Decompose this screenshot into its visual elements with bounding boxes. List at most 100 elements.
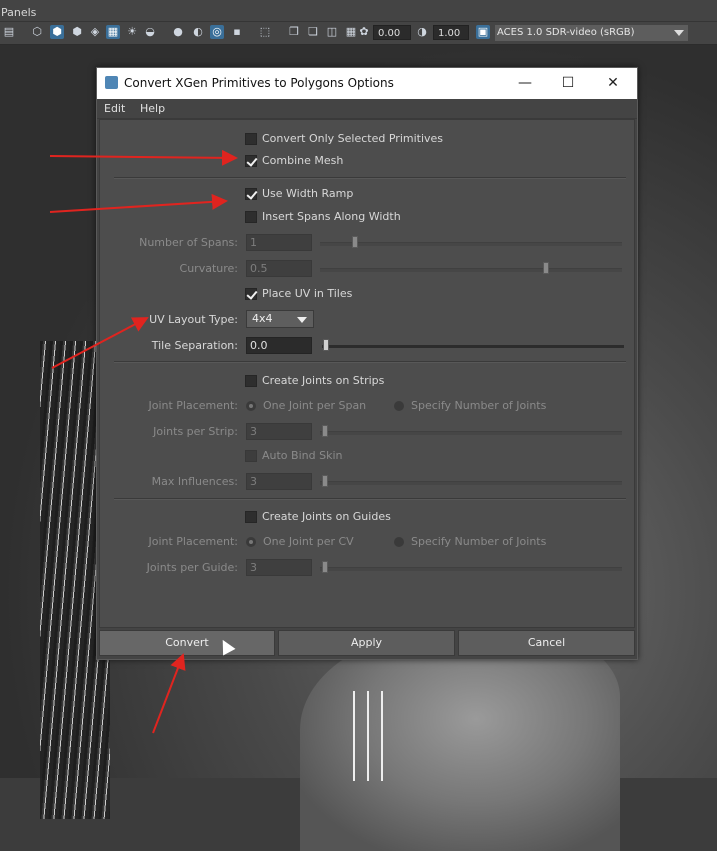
xray-icon[interactable]: ▦ bbox=[106, 25, 120, 39]
number-of-spans-field[interactable]: 1 bbox=[246, 234, 312, 251]
dialog-menubar: Edit Help bbox=[97, 99, 637, 119]
menu-help[interactable]: Help bbox=[140, 102, 165, 115]
textured-icon[interactable]: ◈ bbox=[88, 25, 102, 39]
exposure-field[interactable]: 0.00 bbox=[373, 25, 411, 40]
gamma-field[interactable]: 1.00 bbox=[433, 25, 469, 40]
create-joints-on-guides-label: Create Joints on Guides bbox=[262, 510, 391, 523]
resolution-gate-icon[interactable]: ◫ bbox=[325, 25, 339, 39]
one-joint-per-cv-radio[interactable] bbox=[246, 537, 256, 547]
exposure-icon[interactable]: ✿ bbox=[357, 25, 371, 39]
xray-joints-icon[interactable]: ❐ bbox=[287, 25, 301, 39]
joints-per-strip-label: Joints per Strip: bbox=[153, 425, 238, 438]
auto-bind-skin-checkbox[interactable] bbox=[245, 450, 257, 462]
number-of-spans-slider[interactable] bbox=[320, 242, 622, 246]
minimize-button[interactable]: — bbox=[510, 72, 540, 94]
chevron-down-icon bbox=[297, 317, 307, 323]
tile-separation-field[interactable]: 0.0 bbox=[246, 337, 312, 354]
grid-icon[interactable]: ▦ bbox=[344, 25, 358, 39]
view-transform-value: ACES 1.0 SDR-video (sRGB) bbox=[497, 27, 635, 38]
combine-mesh-checkbox[interactable] bbox=[245, 155, 257, 167]
max-influences-slider-handle[interactable] bbox=[322, 475, 328, 487]
hair-strands bbox=[345, 691, 385, 781]
viewport-toolbar: ▤ ⬡ ⬢ ⬢ ◈ ▦ ☀ ◒ ● ◐ ◎ ▪ ⬚ ❐ ❏ ◫ ▦ ✿ 0.00… bbox=[0, 21, 717, 45]
joints-per-guide-label: Joints per Guide: bbox=[146, 561, 238, 574]
place-uv-in-tiles-label: Place UV in Tiles bbox=[262, 287, 353, 300]
cancel-button[interactable]: Cancel bbox=[458, 630, 635, 656]
place-uv-in-tiles-checkbox[interactable] bbox=[245, 288, 257, 300]
convert-only-selected-checkbox[interactable] bbox=[245, 133, 257, 145]
panel-menu-bar: Panels bbox=[0, 0, 717, 21]
tile-separation-slider[interactable] bbox=[322, 345, 624, 348]
section-divider bbox=[114, 361, 626, 363]
auto-bind-skin-label: Auto Bind Skin bbox=[262, 449, 343, 462]
ambient-occlusion-icon[interactable]: ● bbox=[171, 25, 185, 39]
close-button[interactable]: ✕ bbox=[598, 72, 628, 94]
menu-edit[interactable]: Edit bbox=[104, 102, 125, 115]
specify-joints-strips-label: Specify Number of Joints bbox=[411, 399, 547, 412]
create-joints-on-guides-checkbox[interactable] bbox=[245, 511, 257, 523]
wireframe-icon[interactable]: ⬡ bbox=[30, 25, 44, 39]
insert-spans-checkbox[interactable] bbox=[245, 211, 257, 223]
number-of-spans-label: Number of Spans: bbox=[139, 236, 238, 249]
color-management-icon[interactable]: ▣ bbox=[476, 25, 490, 39]
use-width-ramp-checkbox[interactable] bbox=[245, 188, 257, 200]
curvature-slider[interactable] bbox=[320, 268, 622, 272]
create-joints-on-strips-label: Create Joints on Strips bbox=[262, 374, 385, 387]
create-joints-on-strips-checkbox[interactable] bbox=[245, 375, 257, 387]
shadows-icon[interactable]: ◒ bbox=[143, 25, 157, 39]
tile-separation-slider-handle[interactable] bbox=[323, 339, 329, 351]
one-joint-per-span-label: One Joint per Span bbox=[263, 399, 367, 412]
one-joint-per-span-radio[interactable] bbox=[246, 401, 256, 411]
joint-placement-guides-label: Joint Placement: bbox=[148, 535, 238, 548]
joints-per-strip-slider-handle[interactable] bbox=[322, 425, 328, 437]
joints-per-guide-slider-handle[interactable] bbox=[322, 561, 328, 573]
lights-icon[interactable]: ☀ bbox=[125, 25, 139, 39]
convert-options-dialog: Convert XGen Primitives to Polygons Opti… bbox=[96, 67, 638, 660]
dialog-title: Convert XGen Primitives to Polygons Opti… bbox=[124, 76, 394, 90]
number-of-spans-slider-handle[interactable] bbox=[352, 236, 358, 248]
isolate-select-icon[interactable]: ⬚ bbox=[258, 25, 272, 39]
joint-placement-strips-label: Joint Placement: bbox=[148, 399, 238, 412]
anti-alias-icon[interactable]: ◎ bbox=[210, 25, 224, 39]
joints-per-strip-slider[interactable] bbox=[320, 431, 622, 435]
specify-joints-guides-radio[interactable] bbox=[394, 537, 404, 547]
specify-joints-guides-label: Specify Number of Joints bbox=[411, 535, 547, 548]
motion-blur-icon[interactable]: ◐ bbox=[191, 25, 205, 39]
uv-layout-type-dropdown[interactable]: 4x4 bbox=[246, 310, 314, 328]
insert-spans-label: Insert Spans Along Width bbox=[262, 210, 401, 223]
gamma-icon[interactable]: ◑ bbox=[415, 25, 429, 39]
uv-layout-type-value: 4x4 bbox=[252, 312, 273, 325]
curvature-label: Curvature: bbox=[179, 262, 238, 275]
xray-active-icon[interactable]: ❏ bbox=[306, 25, 320, 39]
convert-only-selected-label: Convert Only Selected Primitives bbox=[262, 132, 444, 145]
section-divider bbox=[114, 498, 626, 500]
options-panel: Convert Only Selected Primitives Combine… bbox=[99, 119, 635, 628]
curvature-field[interactable]: 0.5 bbox=[246, 260, 312, 277]
combine-mesh-label: Combine Mesh bbox=[262, 154, 344, 167]
uv-layout-type-label: UV Layout Type: bbox=[149, 313, 238, 326]
convert-button[interactable]: Convert bbox=[99, 630, 275, 656]
joints-per-strip-field[interactable]: 3 bbox=[246, 423, 312, 440]
joints-per-guide-slider[interactable] bbox=[320, 567, 622, 571]
joints-per-guide-field[interactable]: 3 bbox=[246, 559, 312, 576]
section-divider bbox=[114, 177, 626, 179]
max-influences-slider[interactable] bbox=[320, 481, 622, 485]
maximize-button[interactable]: ☐ bbox=[553, 72, 583, 94]
one-joint-per-cv-label: One Joint per CV bbox=[263, 535, 354, 548]
camera-attributes-icon[interactable]: ▤ bbox=[2, 25, 16, 39]
smooth-shade-icon[interactable]: ⬢ bbox=[50, 25, 64, 39]
panels-menu[interactable]: Panels bbox=[1, 6, 36, 19]
max-influences-label: Max Influences: bbox=[151, 475, 238, 488]
chevron-down-icon bbox=[674, 30, 684, 36]
use-width-ramp-label: Use Width Ramp bbox=[262, 187, 354, 200]
max-influences-field[interactable]: 3 bbox=[246, 473, 312, 490]
curvature-slider-handle[interactable] bbox=[543, 262, 549, 274]
specify-joints-strips-radio[interactable] bbox=[394, 401, 404, 411]
wireframe-on-shaded-icon[interactable]: ⬢ bbox=[70, 25, 84, 39]
dialog-titlebar[interactable]: Convert XGen Primitives to Polygons Opti… bbox=[97, 68, 637, 99]
tile-separation-label: Tile Separation: bbox=[151, 339, 238, 352]
apply-button[interactable]: Apply bbox=[278, 630, 455, 656]
depth-of-field-icon[interactable]: ▪ bbox=[230, 25, 244, 39]
maya-app-icon bbox=[105, 76, 118, 89]
view-transform-select[interactable]: ACES 1.0 SDR-video (sRGB) bbox=[495, 25, 688, 41]
